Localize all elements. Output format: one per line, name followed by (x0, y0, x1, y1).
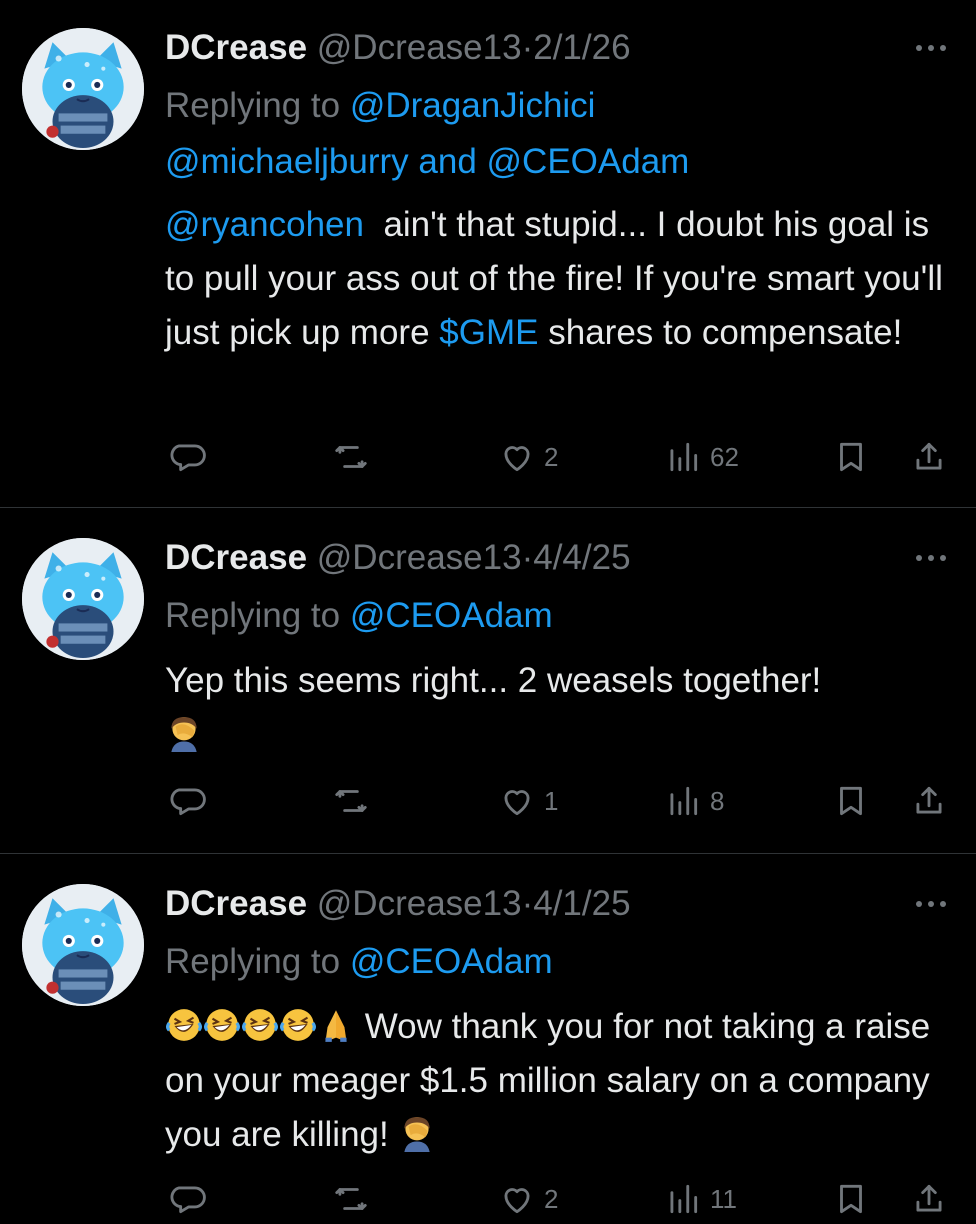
display-name[interactable]: DCrease (165, 538, 307, 577)
folded-hands-emoji (317, 1006, 355, 1044)
bookmark-button[interactable] (832, 1174, 870, 1224)
avatar-image (22, 28, 144, 150)
share-button[interactable] (910, 432, 948, 482)
tweet-date[interactable]: 4/1/25 (533, 884, 630, 923)
bookmark-icon (840, 1184, 862, 1214)
views-icon (670, 442, 698, 472)
tweet-body: @ryancohen ain't that stupid... I doubt … (165, 198, 946, 360)
repost-button[interactable] (332, 432, 370, 482)
bookmark-icon (840, 786, 862, 816)
replying-and: and (418, 142, 477, 181)
view-count: 11 (710, 1183, 737, 1214)
tweet-text: shares to compensate! (548, 313, 903, 352)
share-icon (916, 442, 942, 470)
reply-button[interactable] (168, 776, 206, 826)
avatar[interactable] (22, 28, 144, 150)
tweet[interactable]: DCrease @Dcrease13·4/1/25 Replying to @C… (0, 854, 976, 1214)
avatar[interactable] (22, 884, 144, 1006)
replying-to: Replying to @CEOAdam (165, 934, 946, 990)
like-count: 2 (544, 1183, 559, 1214)
tweet-date[interactable]: 2/1/26 (533, 28, 630, 67)
mention-link[interactable]: @CEOAdam (350, 596, 553, 635)
share-icon (916, 1184, 942, 1212)
replying-label: Replying to (165, 86, 341, 125)
replying-label: Replying to (165, 596, 341, 635)
views-icon (670, 1184, 698, 1214)
display-name[interactable]: DCrease (165, 884, 307, 923)
face-palm-emoji (398, 1114, 436, 1152)
mention-link[interactable]: @DraganJichici (350, 86, 596, 125)
repost-icon (335, 446, 367, 468)
repost-icon (335, 790, 367, 812)
rolling-laughing-emoji (279, 1006, 317, 1044)
like-button[interactable]: 1 (498, 776, 558, 826)
rolling-laughing-emoji (241, 1006, 279, 1044)
reply-icon (170, 788, 206, 816)
tweet-text: Yep this seems right... 2 weasels togeth… (165, 661, 822, 700)
bookmark-icon (840, 442, 862, 472)
views-button[interactable]: 8 (664, 776, 724, 826)
share-button[interactable] (910, 1174, 948, 1224)
action-bar: 1 8 (160, 776, 960, 826)
action-bar: 2 62 (160, 432, 960, 482)
replying-label: Replying to (165, 942, 341, 981)
user-handle[interactable]: @Dcrease13 (317, 538, 522, 577)
bookmark-button[interactable] (832, 776, 870, 826)
reply-icon (170, 1186, 206, 1214)
display-name[interactable]: DCrease (165, 28, 307, 67)
views-icon (670, 786, 698, 816)
views-button[interactable]: 62 (664, 432, 739, 482)
cashtag-link[interactable]: $GME (439, 313, 538, 352)
separator: · (521, 884, 534, 923)
mention-link[interactable]: @CEOAdam (350, 942, 553, 981)
avatar-image (22, 538, 144, 660)
repost-button[interactable] (332, 1174, 370, 1224)
view-count: 8 (710, 785, 725, 816)
tweet-date[interactable]: 4/4/25 (533, 538, 630, 577)
reply-button[interactable] (168, 432, 206, 482)
tweet-header: DCrease @Dcrease13·4/4/25 (165, 538, 946, 578)
like-count: 1 (544, 785, 559, 816)
separator: · (521, 28, 534, 67)
views-button[interactable]: 11 (664, 1174, 737, 1224)
rolling-laughing-emoji (203, 1006, 241, 1044)
share-button[interactable] (910, 776, 948, 826)
tweet-body: Yep this seems right... 2 weasels togeth… (165, 654, 946, 762)
tweet-header: DCrease @Dcrease13·2/1/26 (165, 28, 946, 68)
reply-icon (170, 444, 206, 472)
reply-button[interactable] (168, 1174, 206, 1224)
user-handle[interactable]: @Dcrease13 (317, 28, 522, 67)
tweet-body: Wow thank you for not taking a raise on … (165, 1000, 946, 1162)
mention-link[interactable]: @michaeljburry (165, 142, 409, 181)
face-palm-emoji (165, 714, 203, 752)
replying-to: Replying to @DraganJichici (165, 78, 946, 134)
tweet-header: DCrease @Dcrease13·4/1/25 (165, 884, 946, 924)
mention-link[interactable]: @ryancohen (165, 205, 364, 244)
like-button[interactable]: 2 (498, 432, 558, 482)
action-bar: 2 11 (160, 1174, 960, 1224)
view-count: 62 (710, 441, 739, 472)
share-icon (916, 786, 942, 814)
rolling-laughing-emoji (165, 1006, 203, 1044)
repost-button[interactable] (332, 776, 370, 826)
separator: · (521, 538, 534, 577)
mention-link[interactable]: @CEOAdam (487, 142, 690, 181)
user-handle[interactable]: @Dcrease13 (317, 884, 522, 923)
like-button[interactable]: 2 (498, 1174, 558, 1224)
repost-icon (335, 1188, 367, 1210)
tweet[interactable]: DCrease @Dcrease13·4/4/25 Replying to @C… (0, 508, 976, 854)
avatar[interactable] (22, 538, 144, 660)
replying-to-continued: @michaeljburry and @CEOAdam (165, 134, 946, 190)
heart-icon (504, 1188, 530, 1214)
replying-to: Replying to @CEOAdam (165, 588, 946, 644)
like-count: 2 (544, 441, 559, 472)
avatar-image (22, 884, 144, 1006)
heart-icon (504, 790, 530, 816)
bookmark-button[interactable] (832, 432, 870, 482)
heart-icon (504, 446, 530, 472)
tweet[interactable]: DCrease @Dcrease13·2/1/26 Replying to @D… (0, 0, 976, 508)
